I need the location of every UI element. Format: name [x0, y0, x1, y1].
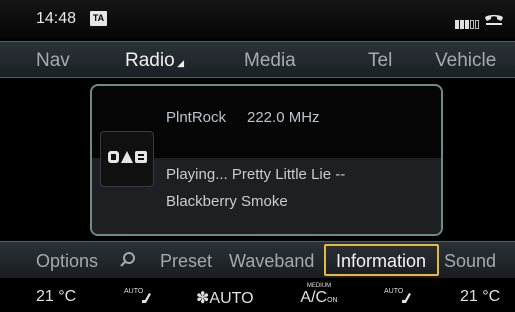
caret-icon: ◢	[174, 58, 185, 68]
signal-bars-icon	[455, 16, 480, 29]
main-menu: Nav Radio ◢ Media Tel Vehicle	[0, 41, 515, 78]
ac-control[interactable]: MEDIUM A/CON	[299, 283, 339, 307]
now-playing-line-1: Playing... Pretty Little Lie --	[166, 166, 346, 183]
submenu-preset[interactable]: Preset	[160, 251, 212, 272]
ac-on-label: ON	[327, 297, 338, 304]
menu-item-radio-label: Radio	[125, 50, 175, 71]
station-logo	[100, 131, 154, 187]
radio-info-panel[interactable]: PlntRock 222.0 MHz Playing... Pretty Lit…	[90, 84, 443, 236]
submenu-waveband[interactable]: Waveband	[229, 251, 314, 272]
status-bar: 14:48 TA	[0, 0, 515, 38]
menu-item-nav[interactable]: Nav	[36, 50, 70, 72]
menu-item-vehicle[interactable]: Vehicle	[435, 50, 496, 72]
ta-indicator: TA	[90, 11, 107, 26]
menu-item-radio[interactable]: Radio ◢	[125, 50, 184, 72]
dab-logo-icon	[108, 150, 148, 169]
submenu-options[interactable]: Options	[36, 251, 98, 272]
seat-heat-icon[interactable]	[140, 291, 152, 309]
now-playing-line-2: Blackberry Smoke	[166, 193, 288, 210]
right-temperature[interactable]: 21 °C	[460, 288, 500, 306]
ac-label: A/C	[300, 289, 328, 306]
fan-auto-label: AUTO	[209, 290, 254, 307]
clock: 14:48	[36, 10, 77, 27]
focus-highlight	[324, 244, 439, 276]
fan-auto[interactable]: ✽AUTO	[196, 288, 254, 308]
frequency: 222.0 MHz	[247, 109, 320, 126]
menu-item-media[interactable]: Media	[244, 50, 296, 72]
climate-bar: 21 °C AUTO ✽AUTO MEDIUM A/CON AUTO 21 °C	[0, 280, 515, 312]
phone-icon	[484, 12, 504, 31]
menu-item-tel[interactable]: Tel	[368, 50, 392, 72]
left-temperature[interactable]: 21 °C	[36, 288, 76, 306]
seat-heat-icon[interactable]	[400, 291, 412, 309]
fan-icon: ✽	[196, 290, 210, 307]
search-icon[interactable]	[119, 251, 137, 274]
station-name: PlntRock	[166, 109, 227, 126]
submenu-sound[interactable]: Sound	[444, 251, 496, 272]
